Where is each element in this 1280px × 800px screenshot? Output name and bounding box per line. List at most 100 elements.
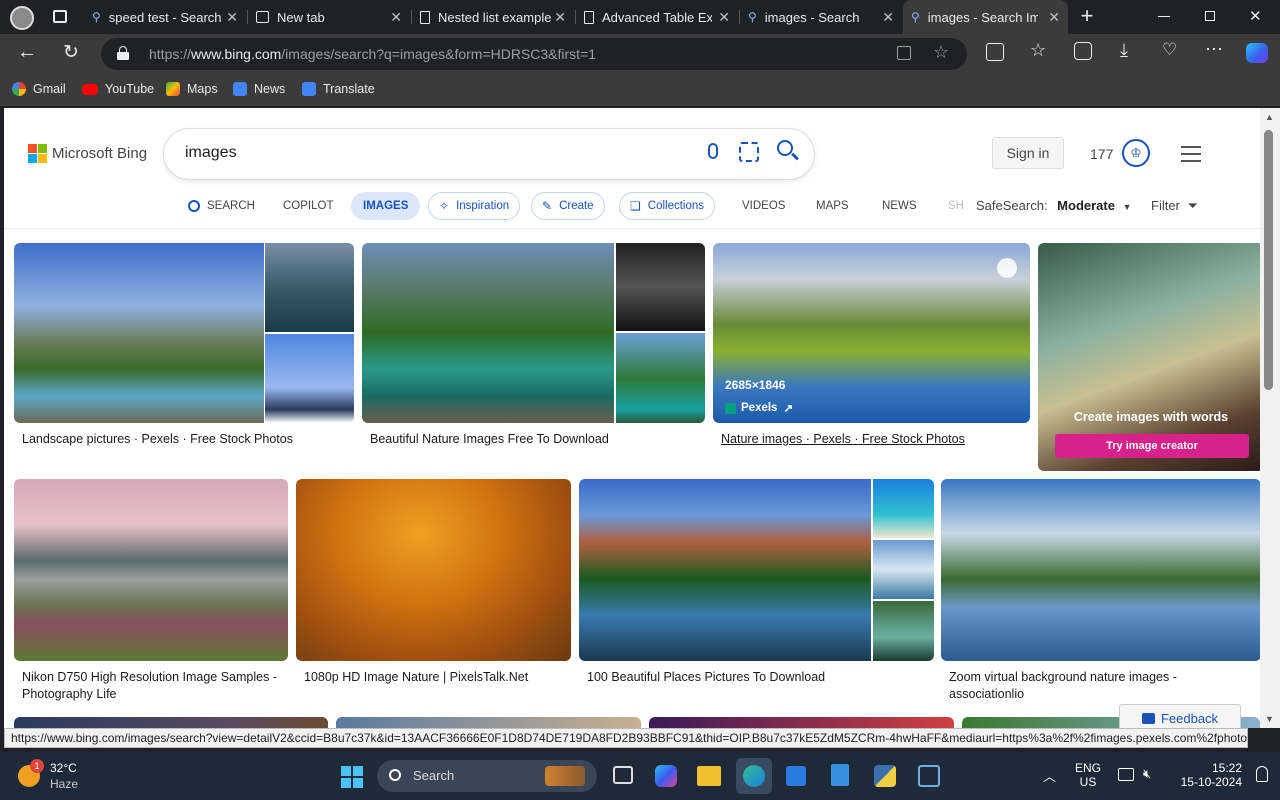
tab-advanced-table[interactable]: Advanced Table Exa ✕ (576, 0, 738, 34)
refresh-icon[interactable]: ↻ (60, 41, 82, 64)
bookmark-youtube[interactable]: YouTube (82, 82, 154, 96)
tab-new-tab[interactable]: New tab ✕ (248, 0, 410, 34)
file-explorer-icon[interactable] (697, 766, 721, 786)
favorites-icon[interactable]: ☆ (1030, 40, 1046, 61)
task-view-icon[interactable] (613, 766, 633, 784)
result-image-landscape[interactable] (14, 243, 354, 423)
result-caption[interactable]: Landscape pictures · Pexels · Free Stock… (22, 431, 293, 448)
collections-icon[interactable] (1074, 42, 1092, 60)
window-close-icon[interactable]: ✕ (1249, 7, 1262, 25)
rewards-count[interactable]: 177 (1090, 146, 1113, 162)
safesearch-control[interactable]: SafeSearch: Moderate ▼ (976, 198, 1132, 213)
favorite-star-icon[interactable]: ☆ (933, 42, 949, 63)
close-icon[interactable]: ✕ (226, 9, 238, 26)
result-image-nature-download[interactable] (362, 243, 705, 423)
show-hidden-icons-chevron[interactable]: ︿ (1043, 766, 1056, 785)
downloads-icon[interactable]: ⤓ (1120, 40, 1128, 61)
edge-browser-icon[interactable] (736, 758, 772, 794)
tab-nested-list[interactable]: Nested list example ✕ (412, 0, 574, 34)
microsoft-store-icon[interactable] (786, 766, 806, 786)
close-icon[interactable]: ✕ (882, 9, 894, 26)
result-caption[interactable]: Nikon D750 High Resolution Image Samples… (22, 669, 288, 703)
close-icon[interactable]: ✕ (718, 9, 730, 26)
language-indicator[interactable]: ENG US (1074, 761, 1102, 789)
notifications-icon[interactable] (1256, 766, 1268, 782)
close-icon[interactable]: ✕ (1048, 9, 1060, 26)
bookmark-maps[interactable]: Maps (166, 82, 218, 96)
close-icon[interactable]: ✕ (554, 9, 566, 26)
feedback-button[interactable]: Feedback (1119, 704, 1241, 728)
result-caption[interactable]: Beautiful Nature Images Free To Download (370, 431, 609, 448)
url-text[interactable]: https://www.bing.com/images/search?q=ima… (149, 46, 596, 62)
bookmark-gmail[interactable]: Gmail (12, 82, 66, 96)
python-icon[interactable] (874, 765, 896, 787)
bing-logo[interactable]: Microsoft Bing (28, 144, 147, 163)
profile-avatar[interactable] (10, 6, 34, 30)
nav-create[interactable]: ✎ Create (531, 192, 605, 220)
result-caption[interactable]: 100 Beautiful Places Pictures To Downloa… (587, 669, 927, 686)
taskbar-search[interactable]: Search (377, 760, 597, 792)
scroll-up-arrow-icon[interactable]: ▲ (1265, 112, 1274, 122)
try-image-creator-button[interactable]: Try image creator (1055, 434, 1249, 458)
visual-search-icon[interactable] (739, 142, 759, 162)
result-image-lake[interactable] (941, 479, 1260, 661)
app-available-icon[interactable] (897, 46, 911, 60)
lock-icon[interactable] (117, 46, 129, 60)
result-caption[interactable]: Nature images · Pexels · Free Stock Phot… (721, 431, 965, 448)
source-badge[interactable]: Pexels ↗ (725, 401, 793, 415)
scroll-down-arrow-icon[interactable]: ▼ (1265, 714, 1274, 724)
clock[interactable]: 15:22 15-10-2024 (1168, 761, 1242, 789)
result-image-nature-pexels[interactable]: 2685×1846 Pexels ↗ (713, 243, 1030, 423)
start-button[interactable] (341, 766, 363, 788)
scroll-thumb[interactable] (1264, 130, 1273, 390)
snipping-tool-icon[interactable] (918, 765, 940, 787)
result-caption[interactable]: 1080p HD Image Nature | PixelsTalk.Net (304, 669, 570, 686)
nav-inspiration[interactable]: ✧ Inspiration (428, 192, 521, 220)
minimize-icon[interactable] (1158, 16, 1170, 17)
result-image-partial[interactable] (649, 717, 954, 728)
tab-actions-icon[interactable] (53, 10, 67, 23)
search-box[interactable]: images (164, 129, 814, 179)
nav-search[interactable]: SEARCH (188, 200, 255, 212)
restore-icon[interactable] (1205, 11, 1215, 21)
result-image-nikon[interactable] (14, 479, 288, 661)
result-image-beautiful-places[interactable] (579, 479, 934, 661)
page-scrollbar[interactable]: ▲ ▼ (1260, 108, 1280, 728)
nav-collections[interactable]: ❏ Collections (619, 192, 716, 220)
result-image-partial[interactable] (14, 717, 328, 728)
nav-shopping[interactable]: SH (948, 200, 964, 212)
close-icon[interactable]: ✕ (390, 9, 402, 26)
add-to-collection-icon[interactable] (997, 258, 1017, 278)
microphone-icon[interactable] (708, 143, 718, 159)
tab-speed-test[interactable]: ⚲ speed test - Search ✕ (84, 0, 246, 34)
hamburger-menu-icon[interactable] (1181, 146, 1201, 162)
bookmark-translate[interactable]: Translate (302, 82, 375, 96)
result-image-partial[interactable] (336, 717, 641, 728)
result-image-autumn[interactable] (296, 479, 571, 661)
volume-muted-icon[interactable]: 🔇︎ (1143, 766, 1151, 782)
back-arrow-icon[interactable]: ← (16, 41, 38, 64)
weather-widget[interactable]: 1 32°C Haze (18, 759, 108, 793)
nav-news[interactable]: NEWS (882, 200, 917, 212)
network-icon[interactable] (1118, 768, 1134, 781)
bookmark-news[interactable]: News (233, 82, 285, 96)
notepad-icon[interactable] (831, 764, 849, 786)
result-caption[interactable]: Zoom virtual background nature images - … (949, 669, 1209, 703)
filter-button[interactable]: Filter ⏷ (1151, 198, 1198, 214)
search-input[interactable]: images (185, 144, 237, 162)
sign-in-button[interactable]: Sign in (992, 137, 1064, 169)
new-tab-button[interactable]: + (1076, 4, 1098, 28)
nav-videos[interactable]: VIDEOS (742, 200, 785, 212)
tab-images-search-active[interactable]: ⚲ images - Search Im ✕ (903, 0, 1068, 34)
split-screen-icon[interactable] (986, 43, 1004, 61)
copilot-icon[interactable] (1246, 43, 1268, 63)
more-options-icon[interactable]: ⋯ (1205, 39, 1223, 60)
nav-maps[interactable]: MAPS (816, 200, 849, 212)
image-creator-card[interactable]: Create images with words Try image creat… (1038, 243, 1260, 471)
copilot-app-icon[interactable] (655, 765, 677, 787)
nav-images[interactable]: IMAGES (351, 192, 421, 220)
address-bar[interactable]: https://www.bing.com/images/search?q=ima… (101, 38, 967, 70)
performance-icon[interactable]: ♡ (1162, 40, 1177, 60)
tab-images-search[interactable]: ⚲ images - Search ✕ (740, 0, 902, 34)
rewards-trophy-icon[interactable]: ♔ (1122, 139, 1150, 167)
